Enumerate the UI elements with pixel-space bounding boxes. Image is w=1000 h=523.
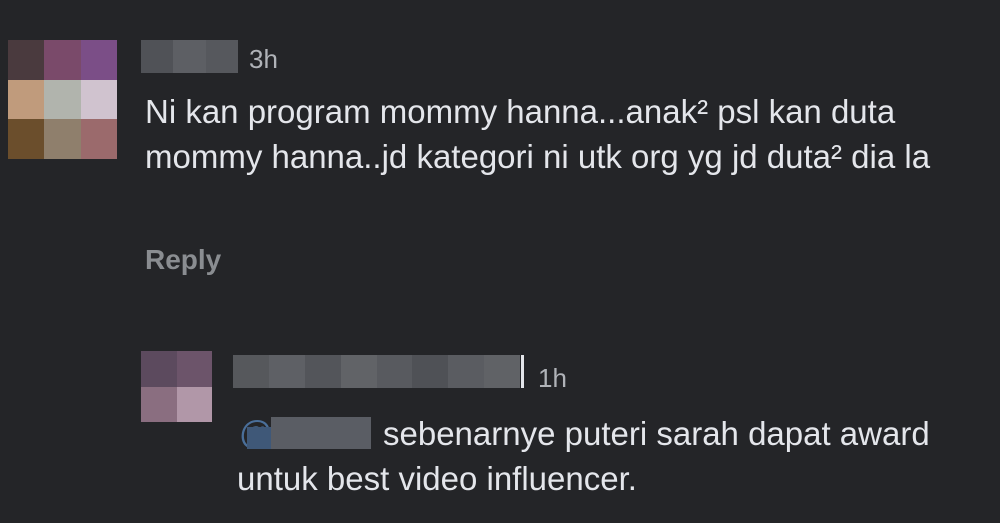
avatar-pixel: [141, 351, 177, 387]
avatar-pixel: [44, 119, 81, 159]
comment-timestamp: 3h: [249, 44, 278, 74]
name-blur-segment: [141, 40, 174, 73]
avatar-pixel: [44, 79, 81, 120]
reply-timestamp: 1h: [538, 363, 567, 393]
avatar-pixel: [80, 119, 117, 159]
name-blur-segment: [376, 355, 413, 388]
avatar-pixel: [8, 40, 45, 80]
replier-avatar[interactable]: [141, 351, 212, 422]
avatar-pixel: [8, 119, 45, 159]
comment-text: Ni kan program mommy hanna...anak² psl k…: [145, 93, 931, 175]
commenter-avatar[interactable]: [8, 40, 117, 159]
mention-blur-bar: [271, 417, 371, 449]
name-blur-segment: [412, 355, 449, 388]
avatar-pixel: [141, 386, 177, 422]
avatar-pixel: [8, 79, 45, 120]
name-blur-segment: [304, 355, 341, 388]
name-blur-segment: [484, 355, 520, 388]
avatar-pixel: [176, 386, 212, 422]
replier-name-blurred[interactable]: [233, 355, 524, 388]
name-blur-segment: [205, 40, 238, 73]
commenter-name-blurred[interactable]: [141, 40, 238, 73]
name-blur-segment: [173, 40, 206, 73]
avatar-pixel: [176, 351, 212, 387]
name-blur-segment: [268, 355, 305, 388]
reply-button[interactable]: Reply: [145, 244, 221, 276]
name-blur-segment: [233, 355, 269, 388]
name-blur-segment: [448, 355, 485, 388]
name-blur-segment: [340, 355, 377, 388]
reply-text-block: @Shaik sebenarnye puteri sarah dapat awa…: [237, 411, 977, 501]
mention-tag-blurred[interactable]: @Shaik: [237, 414, 373, 451]
avatar-pixel: [80, 79, 117, 120]
avatar-pixel: [80, 40, 117, 80]
avatar-pixel: [44, 40, 81, 80]
name-edge-mark: [521, 355, 524, 388]
